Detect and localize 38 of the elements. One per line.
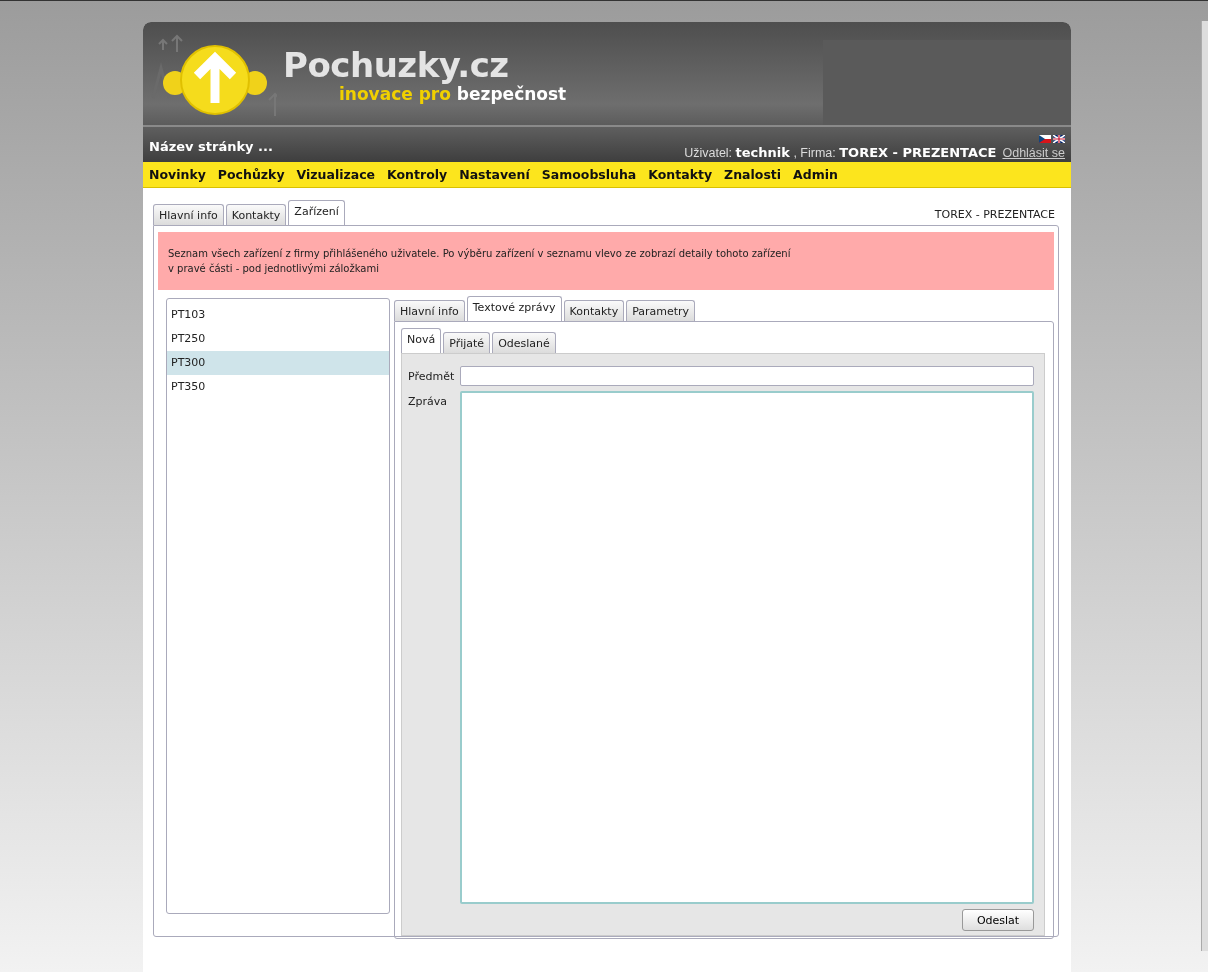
user-info: Uživatel: technik , Firma: TOREX - PREZENTACE <box>684 145 997 160</box>
device-list-item[interactable]: PT250 <box>167 327 389 351</box>
tab[interactable]: Hlavní info <box>153 204 224 225</box>
uk-flag-icon[interactable] <box>1053 135 1065 143</box>
nav-item[interactable]: Kontakty <box>648 167 713 182</box>
subject-field[interactable] <box>460 366 1034 386</box>
nav-item[interactable]: Novinky <box>149 167 206 182</box>
send-button[interactable]: Odeslat <box>962 909 1034 931</box>
tab[interactable]: Odeslané <box>492 332 556 353</box>
nav-item[interactable]: Samoobsluha <box>541 167 637 182</box>
tab[interactable]: Zařízení <box>288 200 345 225</box>
info-text: v pravé části - pod jednotlivými záložkami <box>168 262 380 276</box>
device-list-item[interactable]: PT103 <box>167 303 389 327</box>
nav-item[interactable]: Admin <box>793 167 838 182</box>
nav-item[interactable]: Znalosti <box>724 167 782 182</box>
logout-link[interactable]: Odhlásit se <box>1002 146 1065 160</box>
tab[interactable]: Kontakty <box>225 204 287 225</box>
czech-flag-icon[interactable] <box>1039 135 1051 143</box>
subject-label: Předmět <box>408 369 456 385</box>
tab[interactable]: Přijaté <box>443 332 491 353</box>
company-caption: TOREX - PREZENTACE <box>934 208 1055 221</box>
nav-item[interactable]: Nastavení <box>459 167 530 182</box>
message-field[interactable] <box>460 391 1034 904</box>
tab[interactable]: Kontakty <box>563 300 625 321</box>
nav-item[interactable]: Vizualizace <box>296 167 376 182</box>
tab[interactable]: Hlavní info <box>394 300 465 321</box>
tab[interactable]: Parametry <box>626 300 696 321</box>
message-label: Zpráva <box>408 394 449 410</box>
device-list-item[interactable]: PT350 <box>167 375 389 399</box>
nav-item[interactable]: Pochůzky <box>217 167 285 182</box>
logo-tagline: inovace pro bezpečnost <box>339 84 567 104</box>
scrollbar[interactable] <box>1201 21 1208 951</box>
tab[interactable]: Nová <box>401 328 442 353</box>
page-title: Název stránky ... <box>149 139 273 154</box>
device-list-item[interactable]: PT300 <box>167 351 389 375</box>
nav-item[interactable]: Kontroly <box>387 167 448 182</box>
info-text: Seznam všech zařízení z firmy přihlášeného uživatele. Po výběru zařízení v seznamu vlevo ze zobrazí detaily tohoto zařízení <box>168 247 792 261</box>
tab[interactable]: Textové zprávy <box>466 296 562 321</box>
